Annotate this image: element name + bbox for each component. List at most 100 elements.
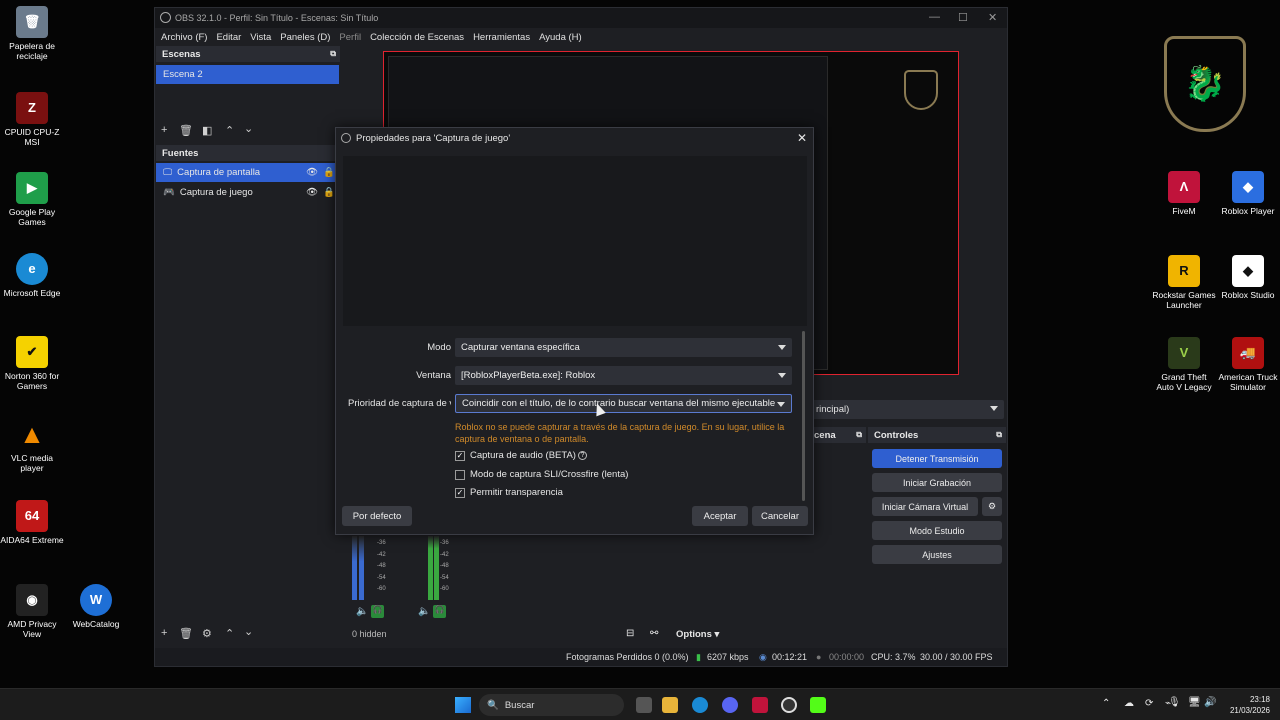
add-source-icon[interactable]: + bbox=[161, 627, 167, 639]
desktop-icon-ats[interactable]: 🚚 American Truck Simulator bbox=[1216, 337, 1280, 392]
obs-taskbar-icon[interactable] bbox=[781, 697, 797, 713]
desktop-icon-webcatalog[interactable]: W WebCatalog bbox=[64, 584, 128, 629]
start-virtual-camera-button[interactable]: Iniciar Cámara Virtual bbox=[872, 497, 978, 516]
dialog-scrollbar[interactable] bbox=[802, 331, 805, 501]
desktop-icon-fivem[interactable]: Λ FiveM bbox=[1152, 171, 1216, 216]
settings-button[interactable]: Ajustes bbox=[872, 545, 1002, 564]
desktop-icon-roblox-player[interactable]: ◆ Roblox Player bbox=[1216, 171, 1280, 216]
close-window-icon[interactable]: ✕ bbox=[988, 11, 997, 24]
source-up-icon[interactable]: ⌃ bbox=[225, 627, 234, 640]
lock-icon[interactable]: 🔒 bbox=[323, 167, 335, 178]
edge-taskbar-icon[interactable] bbox=[692, 697, 708, 713]
vlc-icon: ▲ bbox=[19, 419, 45, 449]
tray-app-icon[interactable]: ☁ bbox=[1124, 698, 1134, 709]
remove-source-icon[interactable]: 🗑 bbox=[179, 627, 193, 640]
source-down-icon[interactable]: ⌄ bbox=[244, 625, 253, 638]
desktop-icon-recycle-bin[interactable]: 🗑 Papelera de reciclaje bbox=[0, 6, 64, 61]
help-icon[interactable]: ? bbox=[577, 451, 587, 460]
chevron-down-icon bbox=[778, 373, 786, 378]
move-down-icon[interactable]: ⌄ bbox=[244, 122, 253, 135]
mixer-options-button[interactable]: Options ▾ bbox=[676, 629, 719, 640]
desktop-icon-roblox-studio[interactable]: ◆ Roblox Studio bbox=[1216, 255, 1280, 300]
undock-icon[interactable]: ⧉ bbox=[996, 430, 1002, 440]
aida64-icon: 64 bbox=[16, 500, 48, 532]
tray-chevron-icon[interactable]: ⌃ bbox=[1102, 698, 1110, 709]
menu-ayuda[interactable]: Ayuda (H) bbox=[539, 32, 582, 43]
undock-icon[interactable]: ⧉ bbox=[330, 49, 336, 59]
menu-herramientas[interactable]: Herramientas bbox=[473, 32, 530, 43]
audio-capture-checkbox[interactable]: ✓ Captura de audio (BETA) ? bbox=[455, 450, 587, 461]
tray-monitor-icon[interactable]: 🖥 bbox=[1188, 697, 1201, 708]
transition-select[interactable]: rincipal) bbox=[812, 400, 1004, 419]
visibility-eye-icon[interactable]: 👁 bbox=[306, 187, 318, 198]
undock-icon[interactable]: ⧉ bbox=[856, 430, 862, 440]
menu-vista[interactable]: Vista bbox=[250, 32, 271, 43]
desktop-icon-aida64[interactable]: 64 AIDA64 Extreme bbox=[0, 500, 64, 545]
tray-network-icon[interactable]: ⟳ bbox=[1145, 698, 1153, 709]
desktop-icon-rockstar[interactable]: R Rockstar Games Launcher bbox=[1152, 255, 1216, 310]
discord-taskbar-icon[interactable] bbox=[722, 697, 738, 713]
source-settings-icon[interactable]: ⚙ bbox=[202, 627, 212, 640]
priority-select[interactable]: Coincidir con el título, de lo contrario… bbox=[455, 394, 792, 413]
webcatalog-icon: W bbox=[80, 584, 112, 616]
desktop-icon-edge[interactable]: e Microsoft Edge bbox=[0, 253, 64, 298]
maximize-icon[interactable]: ☐ bbox=[958, 11, 968, 24]
desktop-icon-vlc[interactable]: ▲ VLC media player bbox=[0, 418, 64, 473]
source-item-captura-pantalla[interactable]: 🖵 Captura de pantalla 👁 🔒 bbox=[156, 163, 339, 182]
source-item-captura-juego[interactable]: 🎮 Captura de juego 👁 🔒 bbox=[156, 183, 339, 202]
headphones-icon[interactable]: 🎧 bbox=[371, 605, 384, 618]
mode-select[interactable]: Capturar ventana específica bbox=[455, 338, 792, 357]
warning-text: Roblox no se puede capturar a través de … bbox=[455, 422, 785, 444]
taskbar-clock[interactable]: 23:18 21/03/2026 bbox=[1226, 694, 1270, 716]
fivem-taskbar-icon[interactable] bbox=[752, 697, 768, 713]
signal-bars-icon: ▮ bbox=[696, 652, 701, 662]
desktop-icon-amd-privacy[interactable]: ◉ AMD Privacy View bbox=[0, 584, 64, 639]
menu-perfil[interactable]: Perfil bbox=[339, 32, 361, 43]
status-bar: Fotogramas Perdidos 0 (0.0%) ▮ 6207 kbps… bbox=[155, 648, 1007, 666]
mixer-link-icon[interactable]: ⚯ bbox=[650, 628, 658, 639]
menu-coleccion-escenas[interactable]: Colección de Escenas bbox=[370, 32, 464, 43]
start-recording-button[interactable]: Iniciar Grabación bbox=[872, 473, 1002, 492]
cancel-button[interactable]: Cancelar bbox=[752, 506, 808, 526]
headphones-icon[interactable]: 🎧 bbox=[433, 605, 446, 618]
window-select[interactable]: [RobloxPlayerBeta.exe]: Roblox bbox=[455, 366, 792, 385]
msi-dragon-logo: 🐉 bbox=[1164, 36, 1246, 132]
desktop-icon-gta[interactable]: V Grand Theft Auto V Legacy bbox=[1152, 337, 1216, 392]
speaker-icon[interactable]: 🔈 bbox=[356, 606, 368, 617]
menu-editar[interactable]: Editar bbox=[216, 32, 241, 43]
studio-mode-button[interactable]: Modo Estudio bbox=[872, 521, 1002, 540]
mixer-layout-icon[interactable]: ⊟ bbox=[626, 628, 634, 639]
remove-scene-icon[interactable]: 🗑 bbox=[179, 124, 193, 137]
google-play-games-icon: ▶ bbox=[16, 172, 48, 204]
move-up-icon[interactable]: ⌃ bbox=[225, 124, 234, 137]
menu-paneles[interactable]: Paneles (D) bbox=[280, 32, 330, 43]
close-icon[interactable]: ✕ bbox=[797, 131, 807, 145]
tray-mic-icon[interactable]: 🎙 bbox=[1168, 697, 1181, 708]
minimize-icon[interactable]: — bbox=[929, 11, 940, 23]
task-view-icon[interactable] bbox=[636, 697, 652, 713]
amd-privacy-icon: ◉ bbox=[16, 584, 48, 616]
taskbar-search[interactable]: 🔍 Buscar bbox=[479, 694, 624, 716]
virtual-camera-settings-button[interactable]: ⚙ bbox=[982, 497, 1002, 516]
menu-archivo[interactable]: Archivo (F) bbox=[161, 32, 207, 43]
file-explorer-icon[interactable] bbox=[662, 697, 678, 713]
tray-volume-icon[interactable]: 🔊 bbox=[1204, 697, 1216, 708]
defaults-button[interactable]: Por defecto bbox=[342, 506, 412, 526]
record-time: 00:00:00 bbox=[829, 652, 865, 662]
lock-icon[interactable]: 🔒 bbox=[323, 187, 335, 198]
speaker-icon[interactable]: 🔈 bbox=[418, 606, 430, 617]
scene-filters-icon[interactable]: ◧ bbox=[202, 124, 212, 137]
desktop-icon-google-play-games[interactable]: ▶ Google Play Games bbox=[0, 172, 64, 227]
roblox-player-icon: ◆ bbox=[1232, 171, 1264, 203]
add-scene-icon[interactable]: + bbox=[161, 124, 167, 136]
kick-taskbar-icon[interactable] bbox=[810, 697, 826, 713]
desktop-icon-norton[interactable]: ✔ Norton 360 for Gamers bbox=[0, 336, 64, 391]
visibility-eye-icon[interactable]: 👁 bbox=[306, 167, 318, 178]
transparency-checkbox[interactable]: ✓ Permitir transparencia bbox=[455, 487, 563, 498]
windows-start-icon[interactable] bbox=[455, 697, 471, 713]
desktop-icon-cpuz[interactable]: Z CPUID CPU-Z MSI bbox=[0, 92, 64, 147]
scene-item-escena-2[interactable]: Escena 2 bbox=[156, 65, 339, 84]
sli-crossfire-checkbox[interactable]: Modo de captura SLI/Crossfire (lenta) bbox=[455, 469, 628, 480]
ok-button[interactable]: Aceptar bbox=[692, 506, 748, 526]
stop-stream-button[interactable]: Detener Transmisión bbox=[872, 449, 1002, 468]
